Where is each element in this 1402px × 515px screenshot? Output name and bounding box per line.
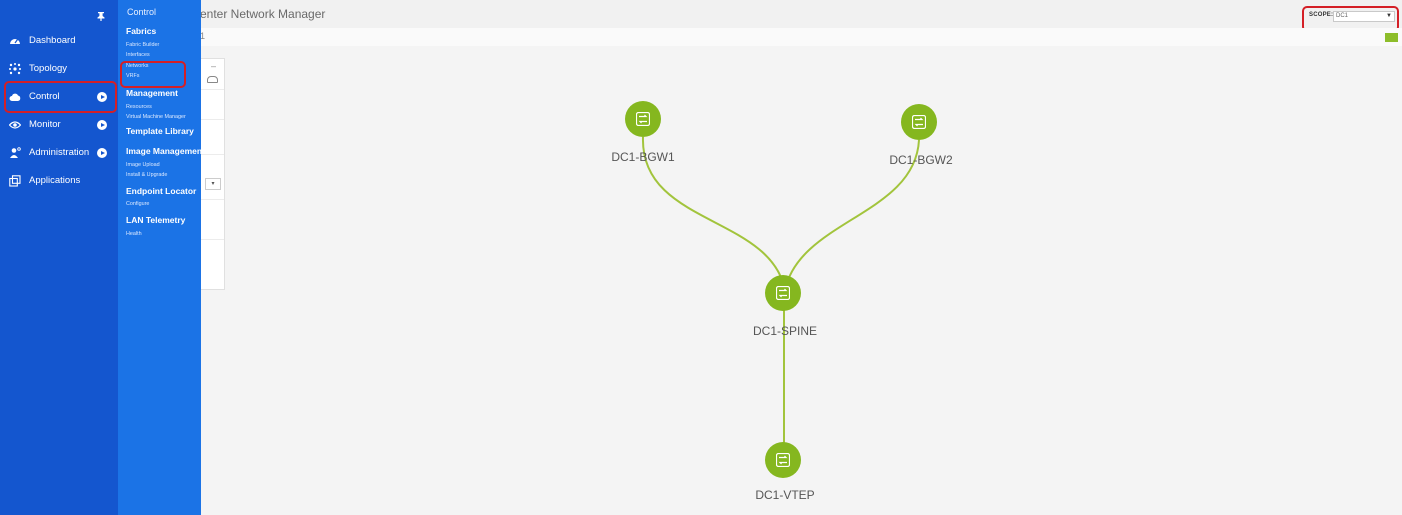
sidebar-item-administration[interactable]: Administration [5,142,115,164]
node-label-dc1-spine: DC1-SPINE [752,324,817,338]
flyout-item-interfaces[interactable]: Interfaces [126,52,150,58]
node-dc1-bgw1[interactable] [625,101,661,137]
flyout-item-configure[interactable]: Configure [126,201,149,207]
cloud-icon [207,76,218,83]
sidebar-item-label: Administration [29,147,90,158]
node-label-dc1-bgw1: DC1-BGW1 [611,150,675,164]
chevron-right-icon [97,148,107,158]
sidebar-item-monitor[interactable]: Monitor [5,114,115,136]
chevron-right-icon [97,120,107,130]
flyout-header-management[interactable]: Management [126,88,178,98]
sidebar-item-applications[interactable]: Applications [5,170,115,192]
switch-icon [776,453,790,467]
highlight-vrfs [120,61,186,88]
flyout-header-fabrics[interactable]: Fabrics [126,26,156,36]
node-label-dc1-vtep: DC1-VTEP [755,488,815,502]
table-divider [200,239,224,240]
flyout-title: Control [127,7,157,17]
switch-icon [776,286,790,300]
table-divider [200,119,224,120]
node-dc1-spine[interactable] [765,275,801,311]
topology-icon [9,63,21,75]
flyout-item-install-upgrade[interactable]: Install & Upgrade [126,172,167,178]
flyout-item-resources[interactable]: Resources [126,104,152,110]
node-label-dc1-bgw2: DC1-BGW2 [889,153,953,167]
table-divider [200,199,224,200]
table-dropdown[interactable]: ▾ [205,178,221,190]
applications-icon [9,175,21,187]
pin-icon[interactable] [96,11,106,21]
flyout-item-health[interactable]: Health [126,231,142,237]
switch-icon [912,115,926,129]
highlight-control [4,81,117,113]
node-dc1-bgw2[interactable] [901,104,937,140]
eye-icon [9,121,21,129]
sidebar-item-label: Topology [29,63,68,74]
app-window: enter Network Manager SCOPE: DC1 ▼ 1 DC1… [0,0,1402,515]
flyout-item-vm-manager[interactable]: Virtual Machine Manager [126,114,186,120]
dashboard-icon [10,39,20,44]
flyout-header-image-management[interactable]: Image Management [126,146,205,156]
sidebar-item-dashboard[interactable]: Dashboard [5,30,115,52]
admin-icon [10,147,21,158]
flyout-item-image-upload[interactable]: Image Upload [126,162,160,168]
node-dc1-vtep[interactable] [765,442,801,478]
sidebar-item-label: Dashboard [29,35,76,46]
flyout-header-endpoint-locator[interactable]: Endpoint Locator [126,186,196,196]
collapse-icon[interactable]: – [211,61,216,71]
flyout-item-fabric-builder[interactable]: Fabric Builder [126,42,159,48]
sidebar-item-topology[interactable]: Topology [5,58,115,80]
sidebar: Dashboard Topology Control Monitor Admin… [0,0,118,515]
flyout-header-template-library[interactable]: Template Library [126,126,194,136]
background-table-panel: – ▾ [200,58,225,290]
switch-icon [636,112,650,126]
sidebar-item-label: Applications [29,175,81,186]
flyout-header-lan-telemetry[interactable]: LAN Telemetry [126,215,185,225]
table-divider [200,89,224,90]
sidebar-item-label: Monitor [29,119,61,130]
